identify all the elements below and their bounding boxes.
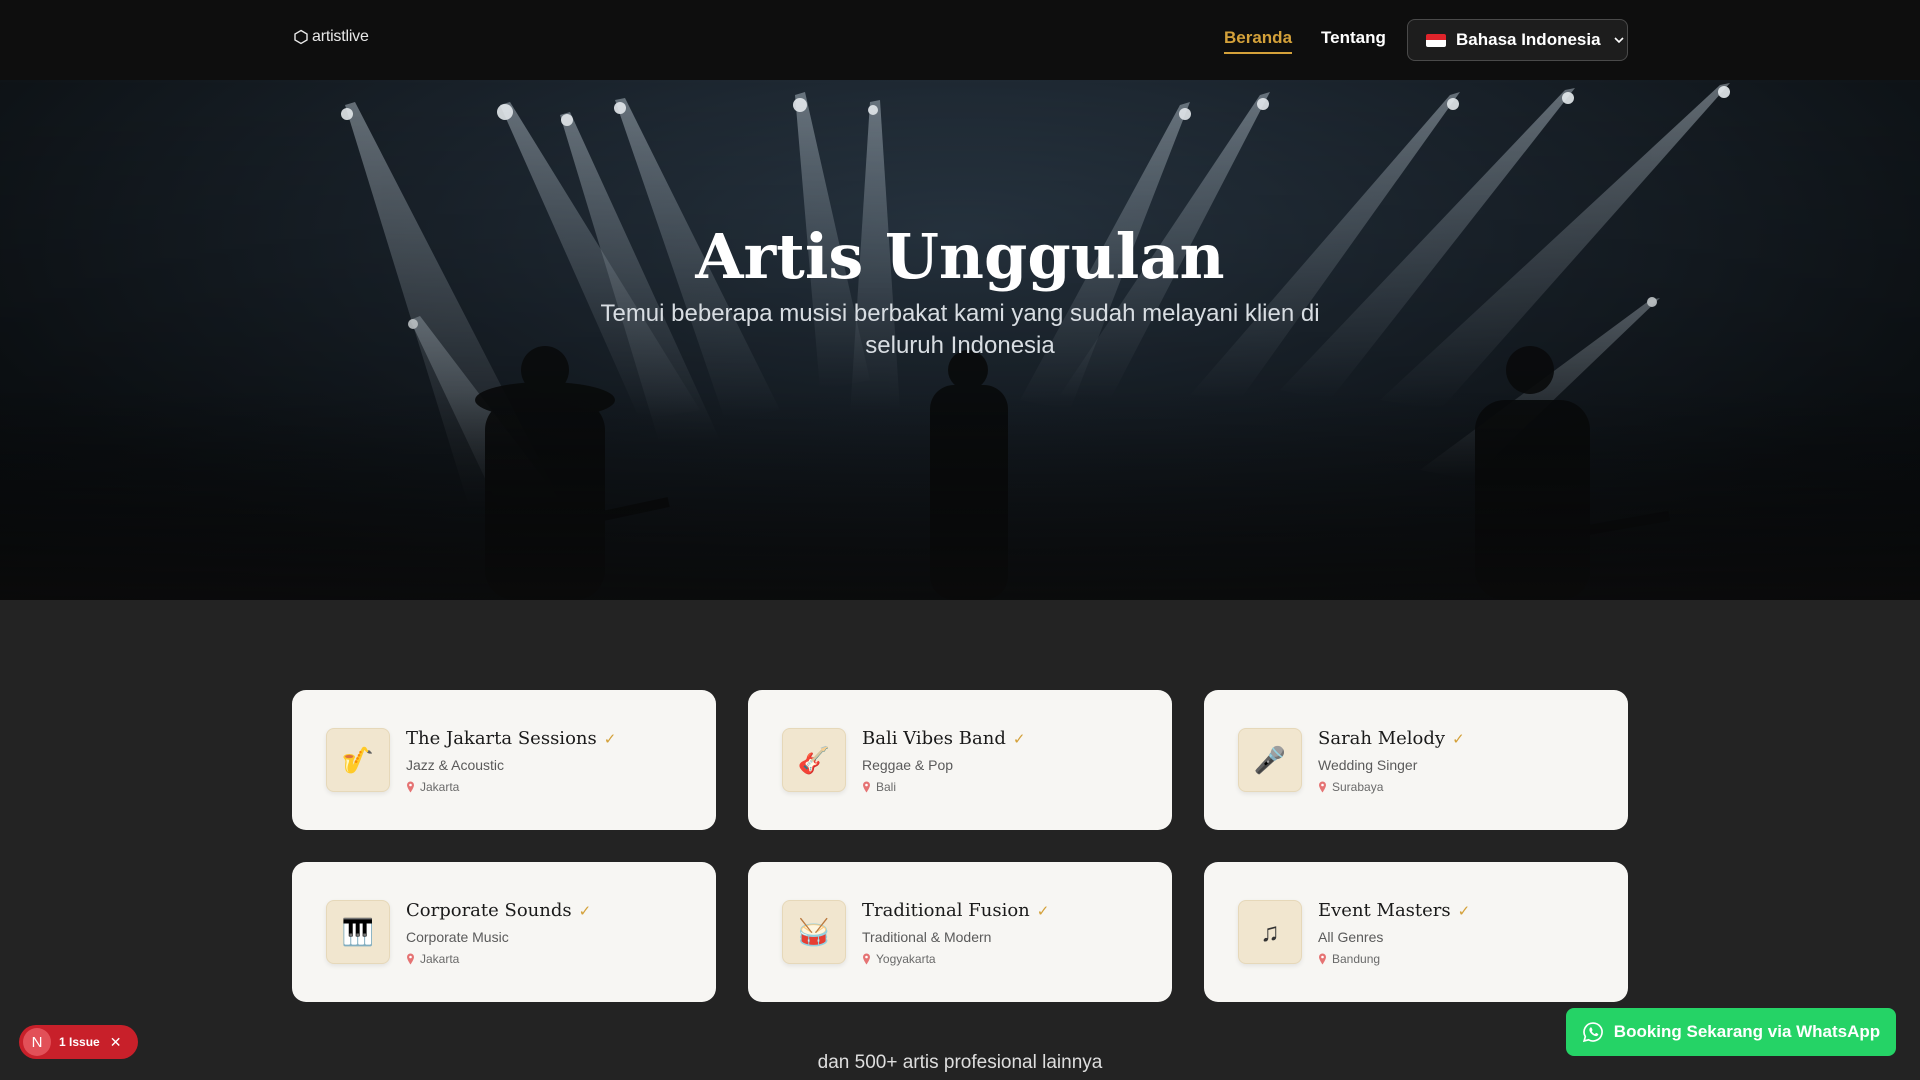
hero-title: Artis Unggulan bbox=[695, 220, 1225, 293]
artist-genre: Corporate Music bbox=[406, 929, 509, 945]
artist-location: Surabaya bbox=[1318, 780, 1383, 794]
artist-genre: Reggae & Pop bbox=[862, 757, 954, 773]
hero-subtitle: Temui beberapa musisi berbakat kami yang… bbox=[600, 300, 1320, 359]
hero-banner: Artis Unggulan Temui beberapa musisi ber… bbox=[0, 80, 1920, 600]
whatsapp-button-label: Booking Sekarang via WhatsApp bbox=[1613, 1022, 1881, 1041]
drum-icon: 🥁 bbox=[782, 900, 846, 964]
indonesia-flag-icon bbox=[1426, 33, 1446, 47]
artist-name: Sarah Melody ✓ bbox=[1318, 728, 1465, 749]
location-pin-icon bbox=[863, 781, 870, 793]
artist-card[interactable]: 🎹 Corporate Sounds ✓ Corporate Music Jaka… bbox=[292, 862, 716, 1002]
location-pin-icon bbox=[1319, 953, 1326, 965]
verified-check-icon: ✓ bbox=[1452, 729, 1465, 748]
artist-name: Corporate Sounds ✓ bbox=[406, 900, 592, 921]
piano-icon: 🎹 bbox=[326, 900, 390, 964]
whatsapp-booking-button[interactable]: Booking Sekarang via WhatsApp bbox=[1566, 1008, 1896, 1056]
artist-name: Traditional Fusion ✓ bbox=[862, 900, 1050, 921]
verified-check-icon: ✓ bbox=[1457, 901, 1471, 920]
logo-text: artistlive bbox=[312, 28, 369, 45]
issue-count: 1 Issue bbox=[59, 1035, 100, 1049]
artist-location: Yogyakarta bbox=[862, 952, 936, 966]
language-selector[interactable]: Bahasa Indonesia bbox=[1407, 19, 1628, 61]
location-pin-icon bbox=[1319, 781, 1326, 793]
artist-genre: All Genres bbox=[1318, 929, 1384, 945]
artist-location: Jakarta bbox=[406, 952, 459, 966]
nav-link-beranda[interactable]: Beranda bbox=[1224, 28, 1293, 54]
artist-name: Event Masters ✓ bbox=[1318, 900, 1471, 921]
logo[interactable]: artistlive bbox=[293, 28, 369, 46]
guitar-icon: 🎸 bbox=[782, 728, 846, 792]
artist-location: Bandung bbox=[1318, 952, 1380, 966]
artist-location: Jakarta bbox=[406, 780, 459, 794]
artist-name: Bali Vibes Band ✓ bbox=[862, 728, 1026, 749]
artist-genre: Traditional & Modern bbox=[862, 929, 992, 945]
verified-check-icon: ✓ bbox=[603, 729, 617, 748]
location-pin-icon bbox=[863, 953, 870, 965]
location-pin-icon bbox=[407, 953, 414, 965]
artist-name: The Jakarta Sessions ✓ bbox=[406, 728, 617, 749]
artist-card[interactable]: 🎷 The Jakarta Sessions ✓ Jazz & Acoustic … bbox=[292, 690, 716, 830]
nextjs-logo-icon: N bbox=[23, 1028, 51, 1056]
artist-genre: Jazz & Acoustic bbox=[406, 757, 505, 773]
artist-location: Bali bbox=[862, 780, 896, 794]
verified-check-icon: ✓ bbox=[1012, 729, 1026, 748]
artist-card[interactable]: 🥁 Traditional Fusion ✓ Traditional & Mode… bbox=[748, 862, 1172, 1002]
artist-card[interactable]: 🎤 Sarah Melody ✓ Wedding Singer Surabaya bbox=[1204, 690, 1628, 830]
microphone-icon: 🎤 bbox=[1238, 728, 1302, 792]
location-pin-icon bbox=[407, 781, 414, 793]
music-note-icon: ♫ bbox=[1238, 900, 1302, 964]
language-label: Bahasa Indonesia bbox=[1456, 30, 1601, 49]
artist-card[interactable]: ♫ Event Masters ✓ All Genres Bandung bbox=[1204, 862, 1628, 1002]
chevron-down-icon bbox=[1613, 37, 1624, 44]
whatsapp-icon bbox=[1582, 1022, 1603, 1043]
top-navbar: artistlive Beranda Tentang Bahasa Indone… bbox=[0, 0, 1920, 80]
nav-link-tentang[interactable]: Tentang bbox=[1321, 28, 1386, 48]
artist-card[interactable]: 🎸 Bali Vibes Band ✓ Reggae & Pop Bali bbox=[748, 690, 1172, 830]
verified-check-icon: ✓ bbox=[578, 901, 592, 920]
logo-hexagon-icon bbox=[294, 29, 308, 45]
close-icon[interactable]: ✕ bbox=[110, 1034, 122, 1051]
artist-genre: Wedding Singer bbox=[1318, 757, 1418, 773]
dev-issues-badge[interactable]: N 1 Issue ✕ bbox=[19, 1025, 138, 1059]
saxophone-icon: 🎷 bbox=[326, 728, 390, 792]
verified-check-icon: ✓ bbox=[1036, 901, 1050, 920]
